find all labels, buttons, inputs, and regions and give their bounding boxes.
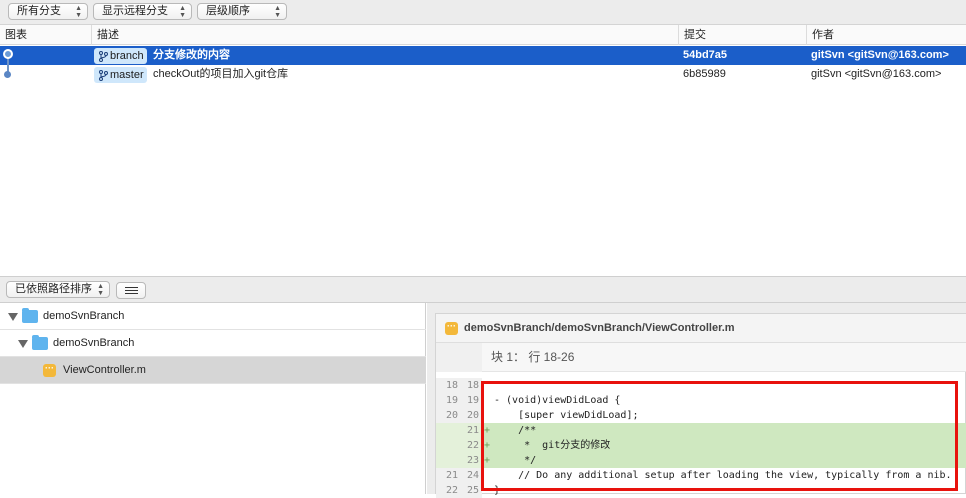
new-line-number: 23 bbox=[466, 455, 479, 466]
column-graph[interactable]: 图表 bbox=[0, 25, 91, 45]
tree-label: demoSvnBranch bbox=[43, 310, 125, 322]
new-line-number: 22 bbox=[466, 440, 479, 451]
branch-icon bbox=[99, 69, 108, 81]
remote-branches-select[interactable]: 显示远程分支 ▲ ▼ bbox=[93, 3, 192, 20]
old-line-number: 21 bbox=[445, 470, 458, 481]
highlight-box bbox=[481, 381, 958, 491]
new-line-number: 25 bbox=[466, 485, 479, 496]
disclosure-triangle-icon[interactable] bbox=[8, 313, 18, 321]
new-line-number: 20 bbox=[466, 410, 479, 421]
updown-arrows-icon: ▲ ▼ bbox=[179, 4, 186, 19]
old-line-number: 18 bbox=[445, 380, 458, 391]
list-icon bbox=[125, 287, 138, 288]
sort-select[interactable]: 已依照路径排序 ▲ ▼ bbox=[6, 281, 110, 298]
updown-arrows-icon: ▲ ▼ bbox=[97, 282, 104, 297]
tree-label: demoSvnBranch bbox=[53, 337, 135, 349]
toolbar: 所有分支 ▲ ▼ 显示远程分支 ▲ ▼ 层级顺序 ▲ ▼ bbox=[0, 0, 966, 25]
old-line-number: 19 bbox=[445, 395, 458, 406]
list-icon-line bbox=[125, 293, 138, 294]
tree-row[interactable]: demoSvnBranch bbox=[0, 330, 426, 357]
branch-icon bbox=[99, 50, 108, 62]
commit-hash: 54bd7a5 bbox=[683, 49, 728, 61]
graph-node-icon bbox=[3, 49, 13, 59]
tree-row[interactable]: demoSvnBranch bbox=[0, 303, 426, 330]
column-description[interactable]: 描述 bbox=[91, 25, 678, 45]
commit-message: 分支修改的内容 bbox=[153, 49, 230, 61]
commit-author: gitSvn <gitSvn@163.com> bbox=[811, 49, 949, 61]
column-author[interactable]: 作者 bbox=[806, 25, 966, 45]
order-select-label: 层级顺序 bbox=[206, 5, 250, 17]
tag-label: branch bbox=[110, 50, 144, 62]
new-line-number: 18 bbox=[466, 380, 479, 391]
hunk-label: 块 1： 行 18-26 bbox=[491, 350, 575, 364]
new-line-number: 19 bbox=[466, 395, 479, 406]
column-commit[interactable]: 提交 bbox=[678, 25, 806, 45]
tag-label: master bbox=[110, 69, 144, 81]
commit-row[interactable]: branch 分支修改的内容 54bd7a5 gitSvn <gitSvn@16… bbox=[0, 46, 966, 65]
file-list-toolbar: 已依照路径排序 ▲ ▼ bbox=[0, 276, 966, 303]
order-select[interactable]: 层级顺序 ▲ ▼ bbox=[197, 3, 287, 20]
file-tree: demoSvnBranch demoSvnBranch ··· ViewCont… bbox=[0, 303, 426, 494]
tree-label: ViewController.m bbox=[63, 364, 146, 376]
updown-arrows-icon: ▲ ▼ bbox=[75, 4, 82, 19]
commit-hash: 6b85989 bbox=[683, 68, 726, 80]
list-icon-line bbox=[125, 290, 138, 291]
branch-tag[interactable]: master bbox=[94, 67, 147, 83]
commit-author: gitSvn <gitSvn@163.com> bbox=[811, 68, 942, 80]
commit-list-header: 图表 描述 提交 作者 bbox=[0, 25, 966, 45]
branch-tag[interactable]: branch bbox=[94, 48, 147, 64]
diff-file-header: ··· demoSvnBranch/demoSvnBranch/ViewCont… bbox=[436, 314, 966, 343]
old-line-number: 20 bbox=[445, 410, 458, 421]
updown-arrows-icon: ▲ ▼ bbox=[274, 4, 281, 19]
objc-file-icon: ··· bbox=[43, 364, 56, 377]
commit-message: checkOut的项目加入git仓库 bbox=[153, 68, 289, 80]
tree-row[interactable]: ··· ViewController.m bbox=[0, 357, 426, 384]
remote-select-label: 显示远程分支 bbox=[102, 5, 168, 17]
folder-icon bbox=[32, 335, 48, 350]
graph-node-icon bbox=[4, 71, 11, 78]
branches-select-label: 所有分支 bbox=[17, 5, 61, 17]
list-view-button[interactable] bbox=[116, 282, 146, 299]
hunk-gutter bbox=[436, 343, 482, 372]
commit-row[interactable]: master checkOut的项目加入git仓库 6b85989 gitSvn… bbox=[0, 65, 966, 84]
branches-select[interactable]: 所有分支 ▲ ▼ bbox=[8, 3, 88, 20]
new-line-number: 21 bbox=[466, 425, 479, 436]
folder-icon bbox=[22, 308, 38, 323]
sort-select-label: 已依照路径排序 bbox=[15, 283, 92, 295]
new-line-number: 24 bbox=[466, 470, 479, 481]
hunk-header: 块 1： 行 18-26 bbox=[436, 343, 966, 372]
diff-file-path: demoSvnBranch/demoSvnBranch/ViewControll… bbox=[464, 322, 735, 334]
disclosure-triangle-icon[interactable] bbox=[18, 340, 28, 348]
old-line-number: 22 bbox=[445, 485, 458, 496]
objc-file-icon: ··· bbox=[445, 322, 458, 335]
